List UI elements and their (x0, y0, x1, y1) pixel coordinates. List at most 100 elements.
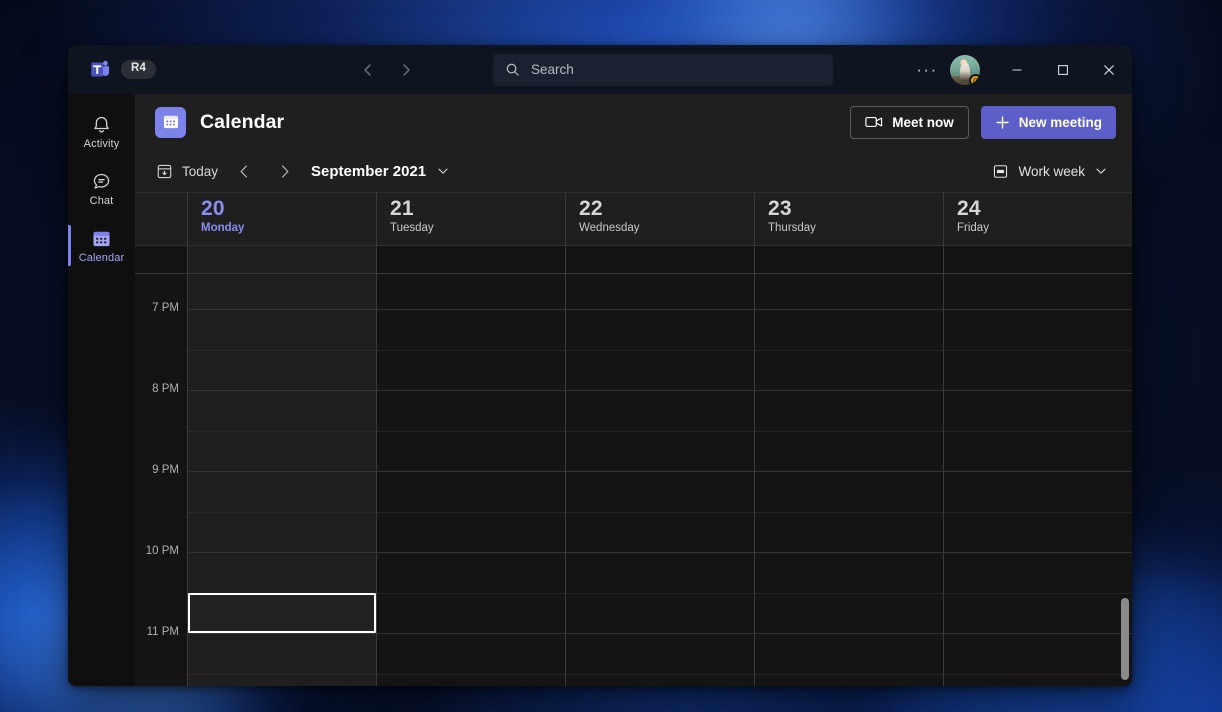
plus-icon (995, 115, 1010, 130)
day-column-wednesday[interactable] (565, 274, 754, 686)
half-hour-gridline (377, 350, 565, 351)
view-layout-icon (992, 163, 1009, 180)
all-day-row (135, 246, 1132, 274)
sidebar-item-label: Chat (90, 195, 114, 207)
hour-gridline (566, 390, 754, 391)
day-header-row: 20Monday21Tuesday22Wednesday23Thursday24… (135, 192, 1132, 246)
vertical-scrollbar[interactable] (1120, 274, 1130, 686)
search-placeholder: Search (531, 62, 574, 77)
day-column-friday[interactable] (943, 274, 1132, 686)
hour-gridline (944, 552, 1132, 553)
next-week-button[interactable] (269, 157, 299, 185)
day-header-friday[interactable]: 24Friday (943, 193, 1132, 245)
calendar-icon (155, 107, 186, 138)
sidebar-item-calendar[interactable]: Calendar (68, 217, 135, 274)
day-column-tuesday[interactable] (376, 274, 565, 686)
search-bar[interactable]: Search (493, 54, 833, 86)
day-column-thursday[interactable] (754, 274, 943, 686)
title-bar-navigation (354, 56, 420, 84)
status-badge-away (969, 74, 980, 85)
hour-gridline (566, 309, 754, 310)
hour-gridline (755, 390, 943, 391)
hour-gridline (188, 471, 376, 472)
view-picker[interactable]: Work week (984, 158, 1116, 185)
hour-gridline (755, 309, 943, 310)
time-gutter-spacer (135, 246, 187, 273)
half-hour-gridline (566, 593, 754, 594)
half-hour-gridline (755, 431, 943, 432)
half-hour-gridline (755, 350, 943, 351)
today-button[interactable]: Today (147, 158, 227, 185)
hour-gridline (377, 309, 565, 310)
selected-time-slot[interactable] (188, 593, 376, 634)
half-hour-gridline (377, 593, 565, 594)
meet-now-label: Meet now (892, 115, 954, 130)
half-hour-gridline (944, 431, 1132, 432)
hour-gridline (944, 390, 1132, 391)
org-badge[interactable]: R4 (121, 60, 156, 79)
half-hour-gridline (188, 431, 376, 432)
hour-gridline (377, 471, 565, 472)
more-options-button[interactable]: ··· (910, 54, 944, 86)
chat-bubble-icon (91, 171, 112, 192)
minimize-button[interactable] (994, 45, 1040, 94)
hour-gridline (566, 471, 754, 472)
day-columns (187, 274, 1132, 686)
all-day-cell[interactable] (943, 246, 1132, 273)
all-day-cell[interactable] (754, 246, 943, 273)
half-hour-gridline (944, 512, 1132, 513)
avatar[interactable] (950, 55, 980, 85)
day-header-thursday[interactable]: 23Thursday (754, 193, 943, 245)
day-column-monday[interactable] (187, 274, 376, 686)
hour-gridline (755, 471, 943, 472)
back-button[interactable] (354, 56, 382, 84)
sidebar-item-chat[interactable]: Chat (68, 160, 135, 217)
day-name: Tuesday (390, 222, 565, 234)
time-label: 8 PM (152, 383, 179, 395)
calendar-icon (91, 228, 112, 249)
close-button[interactable] (1086, 45, 1132, 94)
all-day-cell[interactable] (565, 246, 754, 273)
teams-logo-icon (90, 59, 111, 80)
half-hour-gridline (188, 674, 376, 675)
half-hour-gridline (566, 350, 754, 351)
day-name: Thursday (768, 222, 943, 234)
day-header-monday[interactable]: 20Monday (187, 193, 376, 245)
bell-icon (91, 114, 112, 135)
month-picker[interactable]: September 2021 (311, 163, 450, 180)
half-hour-gridline (566, 431, 754, 432)
half-hour-gridline (755, 512, 943, 513)
hour-gridline (188, 633, 376, 634)
day-header-tuesday[interactable]: 21Tuesday (376, 193, 565, 245)
day-name: Monday (201, 222, 376, 234)
maximize-button[interactable] (1040, 45, 1086, 94)
half-hour-gridline (377, 512, 565, 513)
hour-gridline (377, 390, 565, 391)
title-bar: R4 (68, 45, 1132, 94)
new-meeting-button[interactable]: New meeting (981, 106, 1116, 139)
calendar-grid-scroll[interactable]: 7 PM8 PM9 PM10 PM11 PM (135, 274, 1132, 686)
scrollbar-thumb[interactable] (1121, 598, 1129, 680)
forward-button[interactable] (392, 56, 420, 84)
view-label: Work week (1018, 164, 1085, 179)
new-meeting-label: New meeting (1019, 115, 1102, 130)
half-hour-gridline (944, 350, 1132, 351)
page-title: Calendar (200, 111, 284, 134)
desktop-wallpaper: R4 (0, 0, 1222, 712)
sidebar-item-activity[interactable]: Activity (68, 103, 135, 160)
time-label: 9 PM (152, 464, 179, 476)
half-hour-gridline (566, 512, 754, 513)
day-number: 21 (390, 198, 565, 221)
previous-week-button[interactable] (229, 157, 259, 185)
all-day-cell[interactable] (187, 246, 376, 273)
calendar-today-icon (156, 163, 173, 180)
month-label: September 2021 (311, 163, 426, 180)
meet-now-button[interactable]: Meet now (850, 106, 969, 139)
chevron-down-icon (1094, 164, 1108, 178)
title-bar-right: ··· (910, 45, 1132, 94)
hour-gridline (944, 309, 1132, 310)
all-day-cell[interactable] (376, 246, 565, 273)
half-hour-gridline (755, 593, 943, 594)
day-header-wednesday[interactable]: 22Wednesday (565, 193, 754, 245)
time-label: 10 PM (146, 545, 179, 557)
